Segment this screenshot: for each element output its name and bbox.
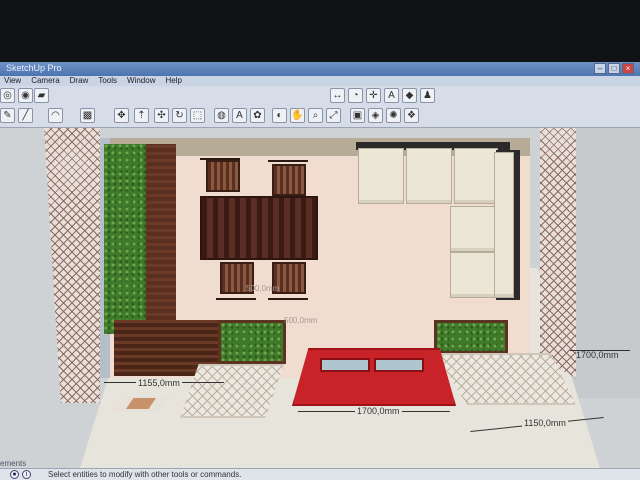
geo-location-icon[interactable]: ● <box>10 470 19 479</box>
chair-top-left <box>206 160 240 192</box>
styles-icon[interactable]: ✺ <box>386 108 401 123</box>
axes-icon[interactable]: ✛ <box>366 88 381 103</box>
dimension-left[interactable]: 1155,0mm <box>136 378 182 388</box>
move-icon[interactable]: ✥ <box>114 108 129 123</box>
text-icon[interactable]: A <box>232 108 247 123</box>
scale-icon[interactable]: ⬚ <box>190 108 205 123</box>
section-plane-icon[interactable]: ◆ <box>402 88 417 103</box>
left-lattice-panel <box>44 128 100 403</box>
layers-icon[interactable]: ❖ <box>404 108 419 123</box>
push-pull-icon[interactable]: ⇡ <box>134 108 149 123</box>
sofa-cushion <box>406 148 452 204</box>
sofa-cushion <box>358 148 404 204</box>
maximize-button[interactable]: □ <box>608 63 620 74</box>
chair-back-bottom-right <box>268 292 308 300</box>
left-planter <box>218 320 286 364</box>
orbit-icon[interactable]: ◎ <box>0 88 15 103</box>
menu-camera[interactable]: Camera <box>31 76 59 86</box>
menu-window[interactable]: Window <box>127 76 155 86</box>
rotate-icon[interactable]: ✣ <box>154 108 169 123</box>
red-door-mat <box>292 348 456 406</box>
info-icon[interactable]: i <box>22 470 31 479</box>
right-planter <box>434 320 508 354</box>
window-controls: – □ × <box>594 62 634 76</box>
dining-table <box>200 196 318 260</box>
mat-panel <box>320 358 370 372</box>
status-hint: Select entities to modify with other too… <box>48 470 242 479</box>
menu-view[interactable]: View <box>4 76 21 86</box>
zoom-icon[interactable]: ⌕ <box>308 108 323 123</box>
status-left-label: ements <box>0 459 27 468</box>
pan-icon[interactable]: ✋ <box>290 108 305 123</box>
arc-icon[interactable]: ◠ <box>48 108 63 123</box>
menu-bar: View Camera Draw Tools Window Help <box>0 76 640 86</box>
sofa-cushion <box>450 206 498 252</box>
protractor-icon[interactable]: ◔ <box>348 88 363 103</box>
3d-text-icon[interactable]: A <box>384 88 399 103</box>
zoom-extents-icon[interactable]: ⤢ <box>326 108 341 123</box>
model-viewport[interactable]: 500,0mm 500,0mm 1155,0mm 1700,0mm 1150,0… <box>0 128 640 468</box>
tape-measure-icon[interactable]: ◍ <box>214 108 229 123</box>
paint-bucket-icon[interactable]: ◉ <box>18 88 33 103</box>
orbit-view-icon[interactable]: ◐ <box>272 108 287 123</box>
materials-icon[interactable]: ◈ <box>368 108 383 123</box>
sofa-cushion <box>454 148 498 204</box>
chair-back-top-left <box>200 152 240 160</box>
menu-draw[interactable]: Draw <box>70 76 89 86</box>
menu-help[interactable]: Help <box>165 76 181 86</box>
pencil-icon[interactable]: ✎ <box>0 108 15 123</box>
chair-top-right <box>272 164 306 196</box>
dimension-center[interactable]: 1700,0mm <box>355 406 402 416</box>
right-lattice-panel <box>540 128 576 378</box>
line-icon[interactable]: ╱ <box>18 108 33 123</box>
status-bar: ements ● i Select entities to modify wit… <box>0 459 640 480</box>
sofa-cushion <box>450 252 498 298</box>
follow-me-icon[interactable]: ↻ <box>172 108 187 123</box>
toolbar-area: ↔ ◔ ✛ A ◆ ♟ ◎ ◉ ▰ ✎ ╱ ◠ ▩ ✥ ⇡ ✣ ↻ ⬚ ◍ A … <box>0 86 640 128</box>
ghost-dimension-label: 500,0mm <box>246 284 280 293</box>
close-button[interactable]: × <box>622 63 634 74</box>
components-icon[interactable]: ▣ <box>350 108 365 123</box>
chair-back-top-right <box>268 154 308 162</box>
title-bar: SketchUp Pro – □ × <box>0 62 640 76</box>
window-title: SketchUp Pro <box>6 63 62 73</box>
menu-tools[interactable]: Tools <box>98 76 117 86</box>
eraser-icon[interactable]: ▰ <box>34 88 49 103</box>
minimize-button[interactable]: – <box>594 63 606 74</box>
paint-icon[interactable]: ✿ <box>250 108 265 123</box>
chair-back-bottom-left <box>216 292 256 300</box>
left-bench <box>146 144 176 334</box>
rectangle-icon[interactable]: ▩ <box>80 108 95 123</box>
walk-icon[interactable]: ♟ <box>420 88 435 103</box>
dimension-icon[interactable]: ↔ <box>330 88 345 103</box>
dimension-right[interactable]: 1150,0mm <box>522 418 568 428</box>
status-icons: ● i <box>10 470 31 479</box>
ghost-dimension-label: 500,0mm <box>284 316 318 325</box>
mat-panel <box>374 358 424 372</box>
sofa-armrest <box>494 152 514 298</box>
screen: SketchUp Pro – □ × View Camera Draw Tool… <box>0 0 640 480</box>
dimension-side[interactable]: 1700,0mm <box>576 350 619 360</box>
